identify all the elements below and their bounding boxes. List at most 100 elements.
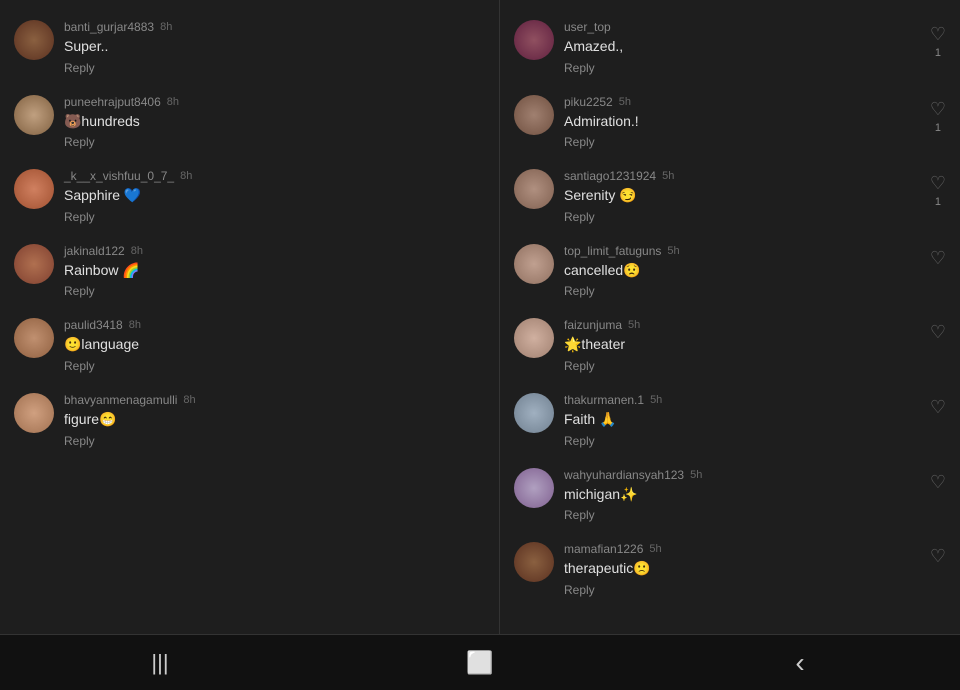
comment-text: michigan✨ [564, 485, 946, 505]
comment-text: Serenity 😏 [564, 186, 946, 206]
like-button[interactable]: ♡1 [930, 24, 946, 59]
comment-body: thakurmanen.1 5h Faith 🙏 Reply [564, 393, 946, 448]
heart-icon: ♡ [930, 248, 946, 269]
reply-button[interactable]: Reply [564, 508, 946, 522]
comment-item: banti_gurjar48838hSuper..Reply [0, 10, 499, 85]
avatar [514, 318, 554, 358]
comment-meta: user_top [564, 20, 946, 34]
reply-button[interactable]: Reply [564, 61, 946, 75]
comment-text: Admiration.! [564, 112, 946, 132]
back-icon[interactable]: ‹ [770, 643, 830, 683]
comment-meta: banti_gurjar48838h [64, 20, 485, 34]
avatar [14, 393, 54, 433]
main-content: banti_gurjar48838hSuper..Reply puneehrajp… [0, 0, 960, 634]
comment-item: jakinald122 8h Rainbow 🌈 Reply [0, 234, 499, 309]
comment-body: _k__x_vishfuu_0_7_8h Sapphire 💙 Reply [64, 169, 485, 224]
comment-meta: mamafian1226 5h [564, 542, 946, 556]
comment-time: 8h [129, 319, 141, 331]
like-button[interactable]: ♡ [930, 472, 946, 493]
comment-text: Rainbow 🌈 [64, 261, 485, 281]
comment-meta: wahyuhardiansyah1235h [564, 468, 946, 482]
username: paulid3418 [64, 318, 123, 332]
comment-item: thakurmanen.1 5h Faith 🙏 Reply ♡ [500, 383, 960, 458]
username: mamafian1226 [564, 542, 643, 556]
comment-meta: jakinald122 8h [64, 244, 485, 258]
comment-meta: paulid3418 8h [64, 318, 485, 332]
like-button[interactable]: ♡ [930, 397, 946, 418]
right-comments-panel: user_topAmazed.,Reply♡1piku22525hAdmirat… [500, 0, 960, 634]
comment-item: user_top Amazed., Reply ♡1 [500, 10, 960, 85]
avatar [514, 169, 554, 209]
username: jakinald122 [64, 244, 125, 258]
comment-body: mamafian1226 5h therapeutic🙁 Reply [564, 542, 946, 597]
comment-text: Faith 🙏 [564, 410, 946, 430]
comment-time: 5h [667, 245, 679, 257]
comment-meta: piku2252 5h [564, 95, 946, 109]
comment-time: 5h [619, 96, 631, 108]
reply-button[interactable]: Reply [564, 583, 946, 597]
avatar [514, 20, 554, 60]
comment-body: paulid34188h🙂languageReply [64, 318, 485, 373]
avatar [14, 169, 54, 209]
like-button[interactable]: ♡ [930, 248, 946, 269]
avatar [514, 542, 554, 582]
reply-button[interactable]: Reply [64, 359, 485, 373]
heart-icon: ♡ [930, 546, 946, 567]
comment-text: therapeutic🙁 [564, 559, 946, 579]
comment-time: 5h [628, 319, 640, 331]
comment-body: piku2252 5h Admiration.! Reply [564, 95, 946, 150]
like-button[interactable]: ♡1 [930, 99, 946, 134]
username: bhavyanmenagamulli [64, 393, 177, 407]
comment-meta: _k__x_vishfuu_0_7_8h [64, 169, 485, 183]
comment-text: 🌟theater [564, 335, 946, 355]
reply-button[interactable]: Reply [64, 135, 485, 149]
comment-item: mamafian1226 5h therapeutic🙁 Reply ♡ [500, 532, 960, 607]
comment-body: faizunjuma5h🌟theaterReply [564, 318, 946, 373]
avatar [14, 318, 54, 358]
reply-button[interactable]: Reply [564, 210, 946, 224]
comment-time: 5h [690, 469, 702, 481]
reply-button[interactable]: Reply [564, 434, 946, 448]
comment-item: wahyuhardiansyah1235h michigan✨ Reply ♡ [500, 458, 960, 533]
username: puneehrajput8406 [64, 95, 161, 109]
comment-meta: bhavyanmenagamulli8h [64, 393, 485, 407]
comment-item: santiago12319245h Serenity 😏 Reply ♡1 [500, 159, 960, 234]
heart-icon: ♡ [930, 24, 946, 45]
comment-meta: santiago12319245h [564, 169, 946, 183]
comment-meta: puneehrajput84068h [64, 95, 485, 109]
like-count: 1 [935, 122, 941, 134]
like-button[interactable]: ♡ [930, 546, 946, 567]
home-icon[interactable]: ⬜ [450, 643, 510, 683]
comment-meta: top_limit_fatuguns5h [564, 244, 946, 258]
comment-text: Amazed., [564, 37, 946, 57]
username: piku2252 [564, 95, 613, 109]
comment-time: 8h [131, 245, 143, 257]
comment-body: puneehrajput84068h🐻hundredsReply [64, 95, 485, 150]
avatar [14, 95, 54, 135]
reply-button[interactable]: Reply [64, 284, 485, 298]
reply-button[interactable]: Reply [564, 359, 946, 373]
username: thakurmanen.1 [564, 393, 644, 407]
reply-button[interactable]: Reply [64, 434, 485, 448]
like-button[interactable]: ♡1 [930, 173, 946, 208]
heart-icon: ♡ [930, 472, 946, 493]
username: user_top [564, 20, 611, 34]
like-button[interactable]: ♡ [930, 322, 946, 343]
comment-text: Sapphire 💙 [64, 186, 485, 206]
comment-item: puneehrajput84068h🐻hundredsReply [0, 85, 499, 160]
username: santiago1231924 [564, 169, 656, 183]
reply-button[interactable]: Reply [564, 284, 946, 298]
comment-meta: thakurmanen.1 5h [564, 393, 946, 407]
menu-icon[interactable]: ||| [130, 643, 190, 683]
reply-button[interactable]: Reply [64, 61, 485, 75]
like-count: 1 [935, 196, 941, 208]
avatar [14, 20, 54, 60]
reply-button[interactable]: Reply [64, 210, 485, 224]
comment-body: wahyuhardiansyah1235h michigan✨ Reply [564, 468, 946, 523]
comment-time: 5h [649, 543, 661, 555]
avatar [514, 244, 554, 284]
reply-button[interactable]: Reply [564, 135, 946, 149]
avatar [514, 468, 554, 508]
comment-time: 5h [650, 394, 662, 406]
comment-item: _k__x_vishfuu_0_7_8h Sapphire 💙 Reply [0, 159, 499, 234]
